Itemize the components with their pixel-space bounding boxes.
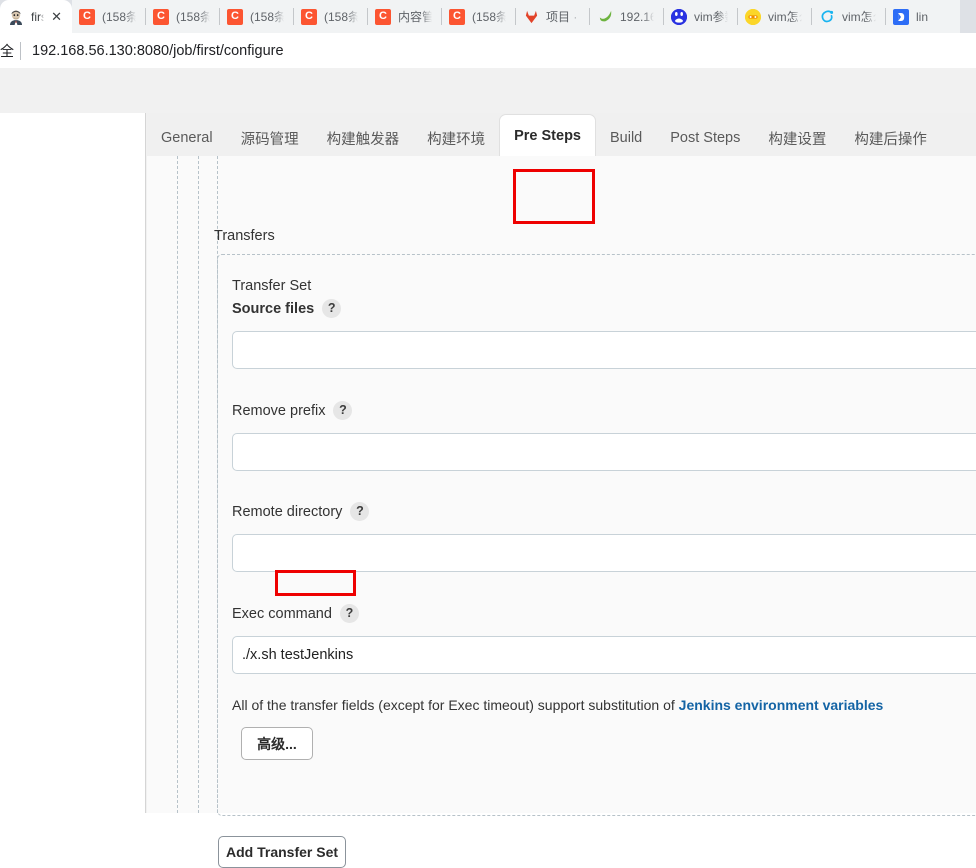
tab-source-code-management[interactable]: 源码管理 (227, 120, 313, 156)
toolbar-divider (20, 41, 21, 60)
substitution-hint: All of the transfer fields (except for E… (232, 697, 883, 713)
tab-build-settings[interactable]: 构建设置 (754, 120, 840, 156)
browser-tab[interactable]: vim怎么 (812, 0, 886, 33)
browser-tab-title: 内容管 (398, 10, 432, 24)
remote-directory-label: Remote directory ? (232, 502, 370, 521)
remove-prefix-label-text: Remove prefix (232, 402, 326, 419)
browser-tab-active[interactable]: firs ✕ (0, 0, 72, 33)
browser-tab-title: (158条 (472, 10, 506, 24)
csdn-icon: C (301, 8, 317, 25)
tab-pre-steps[interactable]: Pre Steps (499, 114, 596, 156)
browser-tab[interactable]: C (158条 (72, 0, 146, 33)
gitlab-icon (523, 9, 539, 25)
tab-build[interactable]: Build (596, 120, 656, 156)
jenkins-environment-variables-link[interactable]: Jenkins environment variables (679, 697, 884, 713)
browser-tab-strip: firs ✕ C (158条 C (158条 C (158条 C (158条 C… (0, 0, 976, 33)
csdn-icon: C (227, 8, 243, 25)
form-group-guide-line (177, 156, 178, 813)
browser-tab-title: vim怎么 (768, 10, 802, 24)
jenkins-butler-icon (8, 9, 24, 25)
exec-command-input[interactable] (232, 636, 976, 674)
source-files-label: Source files ? (232, 299, 342, 318)
advanced-button[interactable]: 高级... (241, 727, 313, 760)
browser-tab-title: vim怎么 (842, 10, 876, 24)
browser-tab[interactable]: lin (886, 0, 960, 33)
browser-tab-title: vim参数 (694, 10, 728, 24)
tab-build-environment[interactable]: 构建环境 (413, 120, 499, 156)
source-files-input[interactable] (232, 331, 976, 369)
csdn-icon: C (79, 8, 95, 25)
page-area: General 源码管理 构建触发器 构建环境 Pre Steps Build … (0, 68, 976, 868)
tab-post-steps[interactable]: Post Steps (656, 120, 754, 156)
address-bar-url[interactable]: 192.168.56.130:8080/job/first/configure (32, 43, 284, 59)
browser-tab[interactable]: 项目 · ( (516, 0, 590, 33)
baidu-icon (671, 8, 687, 25)
transfer-set-title: Transfer Set (232, 278, 312, 294)
transfers-heading: Transfers (214, 228, 275, 244)
csdn-icon: C (375, 8, 391, 25)
browser-tab[interactable]: 192.16 (590, 0, 664, 33)
exec-command-label-text: Exec command (232, 605, 332, 622)
close-icon[interactable]: ✕ (51, 10, 62, 23)
browser-toolbar: 全 192.168.56.130:8080/job/first/configur… (0, 33, 976, 68)
browser-tab-title: (158条 (176, 10, 210, 24)
add-transfer-set-button[interactable]: Add Transfer Set (218, 836, 346, 868)
tab-post-build-actions[interactable]: 构建后操作 (840, 120, 941, 156)
csdn-icon: C (153, 8, 169, 25)
browser-tab-title: 项目 · ( (546, 10, 580, 24)
remote-directory-input[interactable] (232, 534, 976, 572)
browser-tab[interactable]: C 内容管 (368, 0, 442, 33)
browser-tab-title: (158条 (102, 10, 136, 24)
form-group-guide-line (198, 156, 199, 813)
browser-tab-title: firs (31, 9, 45, 24)
exec-command-label: Exec command ? (232, 604, 359, 623)
browser-tab-title: (158条 (324, 10, 358, 24)
browser-tab[interactable]: vim怎么 (738, 0, 812, 33)
remove-prefix-label: Remove prefix ? (232, 401, 353, 420)
help-icon[interactable]: ? (339, 604, 359, 623)
sogou-icon (745, 8, 761, 25)
source-files-label-text: Source files (232, 300, 315, 317)
substitution-hint-text: All of the transfer fields (except for E… (232, 697, 679, 713)
help-icon[interactable]: ? (350, 502, 370, 521)
browser-tab-title: (158条 (250, 10, 284, 24)
pre-steps-form: Transfers Transfer Set Source files ? Re… (147, 156, 976, 868)
browser-tab-title: lin (916, 9, 929, 24)
jenkins-sidebar (0, 113, 146, 813)
browser-tab[interactable]: C (158条 (442, 0, 516, 33)
browser-tab[interactable]: C (158条 (294, 0, 368, 33)
browser-tab[interactable]: C (158条 (146, 0, 220, 33)
tab-general[interactable]: General (147, 120, 227, 156)
remove-prefix-input[interactable] (232, 433, 976, 471)
tab-build-triggers[interactable]: 构建触发器 (313, 120, 414, 156)
config-tab-bar: General 源码管理 构建触发器 构建环境 Pre Steps Build … (147, 113, 976, 156)
dev-icon (893, 8, 909, 25)
360-browser-icon (819, 9, 835, 25)
help-icon[interactable]: ? (322, 299, 342, 318)
browser-tab[interactable]: vim参数 (664, 0, 738, 33)
browser-tab-title: 192.16 (620, 9, 654, 24)
help-icon[interactable]: ? (333, 401, 353, 420)
remote-directory-label-text: Remote directory (232, 503, 343, 520)
csdn-icon: C (449, 8, 465, 25)
spring-leaf-icon (597, 9, 613, 25)
security-indicator[interactable]: 全 (0, 41, 15, 61)
browser-tab[interactable]: C (158条 (220, 0, 294, 33)
